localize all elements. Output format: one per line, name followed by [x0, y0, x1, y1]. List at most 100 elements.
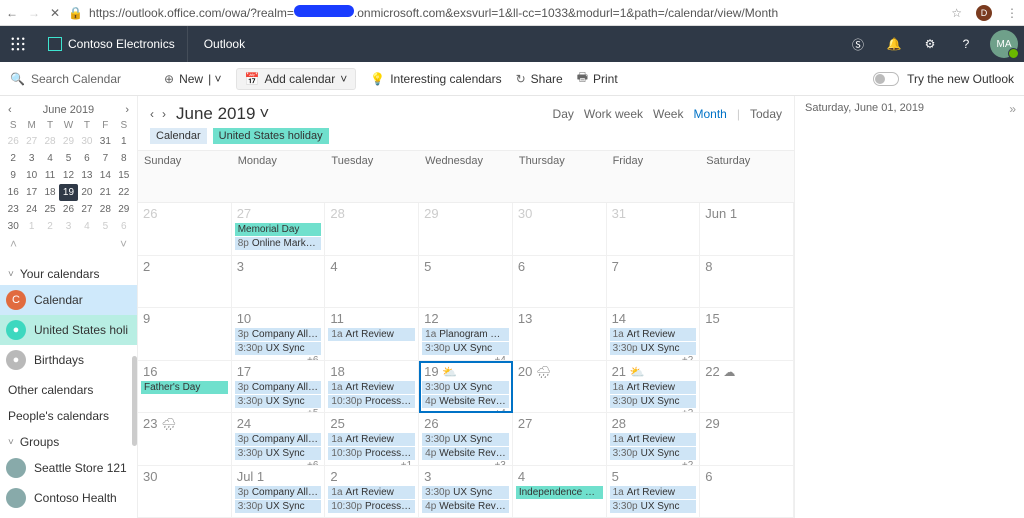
view-range-week[interactable]: Week: [653, 107, 683, 121]
day-cell[interactable]: 173pCompany All Hanc3:30pUX Sync+5: [232, 361, 326, 413]
day-cell[interactable]: 5: [419, 256, 513, 308]
calendar-item[interactable]: CCalendar: [0, 285, 137, 315]
mini-day[interactable]: 20: [78, 184, 96, 201]
event-chip[interactable]: 1aArt Review: [328, 328, 415, 341]
mini-day[interactable]: 8: [115, 150, 133, 167]
event-chip[interactable]: 3:30pUX Sync: [422, 381, 509, 394]
day-cell[interactable]: 15: [700, 308, 794, 360]
mini-day[interactable]: 27: [78, 201, 96, 218]
add-calendar-button[interactable]: 📅Add calendar ˅: [236, 68, 357, 90]
day-cell[interactable]: 111aArt Review: [325, 308, 419, 360]
group-item[interactable]: Seattle Store 121: [0, 453, 137, 483]
mini-day[interactable]: 5: [96, 218, 114, 235]
mini-day[interactable]: 17: [22, 184, 40, 201]
interesting-calendars-button[interactable]: 💡Interesting calendars: [370, 72, 501, 86]
event-chip[interactable]: Father's Day: [141, 381, 228, 394]
mini-day[interactable]: 9: [4, 167, 22, 184]
mini-day[interactable]: 4: [78, 218, 96, 235]
day-cell[interactable]: Jun 1: [700, 203, 794, 255]
notifications-icon[interactable]: 🔔: [876, 37, 912, 51]
group-item[interactable]: Contoso Health: [0, 483, 137, 513]
mini-day[interactable]: 28: [96, 201, 114, 218]
groups-header[interactable]: ˅Groups: [0, 427, 137, 453]
event-chip[interactable]: 4pWebsite Review: [422, 500, 509, 513]
try-new-toggle[interactable]: [873, 72, 899, 86]
day-cell[interactable]: 263:30pUX Sync4pWebsite Review+3: [419, 413, 513, 465]
calendar-item[interactable]: ●Birthdays: [0, 345, 137, 375]
day-cell[interactable]: 21aArt Review10:30pProcess Impro: [325, 466, 419, 518]
view-range-day[interactable]: Day: [553, 107, 574, 121]
event-chip[interactable]: 1aArt Review: [610, 381, 697, 394]
mini-day[interactable]: 30: [4, 218, 22, 235]
day-cell[interactable]: 4: [325, 256, 419, 308]
prev-month-icon[interactable]: ‹: [150, 107, 154, 121]
event-chip[interactable]: 3:30pUX Sync: [235, 342, 322, 355]
browser-profile[interactable]: D: [976, 5, 992, 21]
day-cell[interactable]: 3: [232, 256, 326, 308]
day-cell[interactable]: 28: [325, 203, 419, 255]
event-chip[interactable]: 1aPlanogram Trainin: [422, 328, 509, 341]
calendar-tag[interactable]: Calendar: [150, 128, 207, 144]
mini-day[interactable]: 1: [22, 218, 40, 235]
event-chip[interactable]: 3:30pUX Sync: [610, 447, 697, 460]
day-cell[interactable]: 51aArt Review3:30pUX Sync: [607, 466, 701, 518]
day-cell[interactable]: 21 ⛅1aArt Review3:30pUX Sync+2: [607, 361, 701, 413]
day-cell[interactable]: 251aArt Review10:30pProcess Impro+1: [325, 413, 419, 465]
mini-day[interactable]: 14: [96, 167, 114, 184]
day-cell[interactable]: 29: [419, 203, 513, 255]
address-bar[interactable]: 🔒 https://outlook.office.com/owa/?realm=…: [68, 5, 943, 20]
mini-day[interactable]: 12: [59, 167, 77, 184]
event-chip[interactable]: 1aArt Review: [610, 486, 697, 499]
side-scrollbar[interactable]: [132, 356, 137, 446]
day-cell[interactable]: 16Father's Day: [138, 361, 232, 413]
day-cell[interactable]: 6: [513, 256, 607, 308]
mini-day[interactable]: 19: [59, 184, 77, 201]
day-cell[interactable]: 13: [513, 308, 607, 360]
mini-day[interactable]: 4: [41, 150, 59, 167]
view-range-work-week[interactable]: Work week: [584, 107, 643, 121]
event-chip[interactable]: 10:30pProcess Impro: [328, 395, 415, 408]
day-cell[interactable]: 19 ⛅3:30pUX Sync4pWebsite Review+4: [419, 361, 513, 413]
event-chip[interactable]: 10:30pProcess Impro: [328, 447, 415, 460]
mini-day[interactable]: 11: [41, 167, 59, 184]
event-chip[interactable]: 3pCompany All Hanc: [235, 328, 322, 341]
day-cell[interactable]: 31: [607, 203, 701, 255]
event-chip[interactable]: 3:30pUX Sync: [610, 395, 697, 408]
event-chip[interactable]: 4pWebsite Review: [422, 447, 509, 460]
help-icon[interactable]: ?: [948, 37, 984, 51]
mini-prev-icon[interactable]: ‹: [8, 104, 12, 116]
day-cell[interactable]: 27: [513, 413, 607, 465]
mini-day[interactable]: 22: [115, 184, 133, 201]
day-cell[interactable]: 281aArt Review3:30pUX Sync+2: [607, 413, 701, 465]
skype-icon[interactable]: Ⓢ: [840, 36, 876, 53]
event-chip[interactable]: 3:30pUX Sync: [422, 342, 509, 355]
event-chip[interactable]: 3:30pUX Sync: [610, 342, 697, 355]
day-cell[interactable]: 23 🌧: [138, 413, 232, 465]
event-chip[interactable]: 8pOnline Marketing: [235, 237, 322, 250]
mini-day[interactable]: 6: [115, 218, 133, 235]
day-cell[interactable]: 4Independence Day: [513, 466, 607, 518]
event-chip[interactable]: 4pWebsite Review: [422, 395, 509, 408]
day-cell[interactable]: 20 🌧: [513, 361, 607, 413]
event-chip[interactable]: 3:30pUX Sync: [235, 447, 322, 460]
mini-next-icon[interactable]: ›: [125, 104, 129, 116]
event-chip[interactable]: 1aArt Review: [328, 381, 415, 394]
day-cell[interactable]: 181aArt Review10:30pProcess Impro: [325, 361, 419, 413]
settings-icon[interactable]: ⚙: [912, 37, 948, 51]
mini-day[interactable]: 23: [4, 201, 22, 218]
event-chip[interactable]: 3pCompany All Hanc: [235, 433, 322, 446]
view-range-today[interactable]: Today: [750, 107, 782, 121]
mini-day[interactable]: 3: [22, 150, 40, 167]
mini-day[interactable]: 26: [59, 201, 77, 218]
mini-down-icon[interactable]: ˅: [120, 237, 127, 251]
event-chip[interactable]: 3:30pUX Sync: [422, 486, 509, 499]
day-cell[interactable]: 8: [700, 256, 794, 308]
mini-day[interactable]: 6: [78, 150, 96, 167]
event-chip[interactable]: 3pCompany All Hanc: [235, 381, 322, 394]
mini-day[interactable]: 10: [22, 167, 40, 184]
mini-day[interactable]: 24: [22, 201, 40, 218]
day-cell[interactable]: 29: [700, 413, 794, 465]
mini-day[interactable]: 28: [41, 133, 59, 150]
mini-day[interactable]: 29: [115, 201, 133, 218]
back-icon[interactable]: ←: [6, 6, 18, 20]
